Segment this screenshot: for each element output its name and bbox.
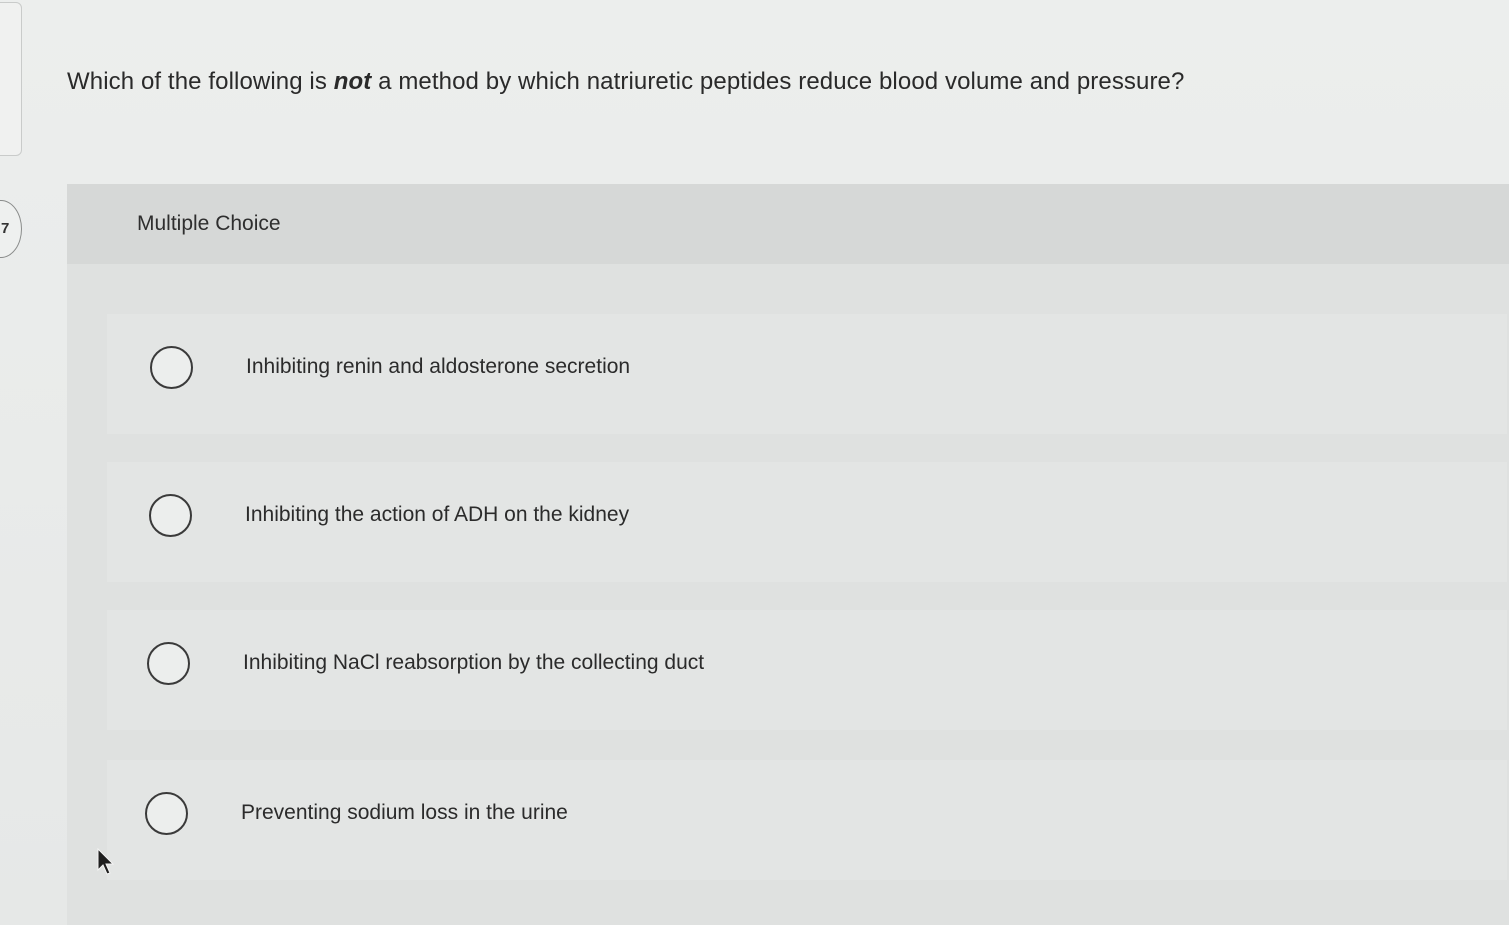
answer-option-3[interactable]: Inhibiting NaCl reabsorption by the coll…	[107, 610, 1507, 730]
answer-option-1[interactable]: Inhibiting renin and aldosterone secreti…	[107, 314, 1507, 434]
answer-option-label: Inhibiting NaCl reabsorption by the coll…	[243, 651, 705, 674]
quiz-page: 7 Which of the following is not a method…	[0, 0, 1509, 925]
question-suffix: a method by which natriuretic peptides r…	[371, 68, 1185, 95]
question-number-badge[interactable]: 7	[0, 200, 22, 258]
multiple-choice-header: Multiple Choice	[67, 184, 1509, 264]
answer-option-label: Preventing sodium loss in the urine	[241, 801, 568, 824]
radio-button-icon[interactable]	[149, 494, 192, 537]
question-prompt: Which of the following is not a method b…	[67, 68, 1367, 96]
question-emphasis: not	[333, 68, 372, 95]
radio-button-icon[interactable]	[145, 792, 188, 835]
left-panel-tab[interactable]	[0, 2, 22, 156]
radio-button-icon[interactable]	[147, 642, 190, 685]
radio-button-icon[interactable]	[150, 346, 193, 389]
multiple-choice-panel: Multiple Choice Inhibiting renin and ald…	[67, 184, 1509, 925]
question-number: 7	[1, 220, 10, 237]
question-prefix: Which of the following is	[67, 68, 334, 95]
mouse-pointer-icon	[97, 848, 115, 875]
answer-option-label: Inhibiting renin and aldosterone secreti…	[246, 355, 631, 378]
answer-option-label: Inhibiting the action of ADH on the kidn…	[245, 503, 630, 526]
multiple-choice-title: Multiple Choice	[137, 212, 281, 235]
answer-option-2[interactable]: Inhibiting the action of ADH on the kidn…	[107, 462, 1507, 582]
answer-option-4[interactable]: Preventing sodium loss in the urine	[107, 760, 1507, 880]
